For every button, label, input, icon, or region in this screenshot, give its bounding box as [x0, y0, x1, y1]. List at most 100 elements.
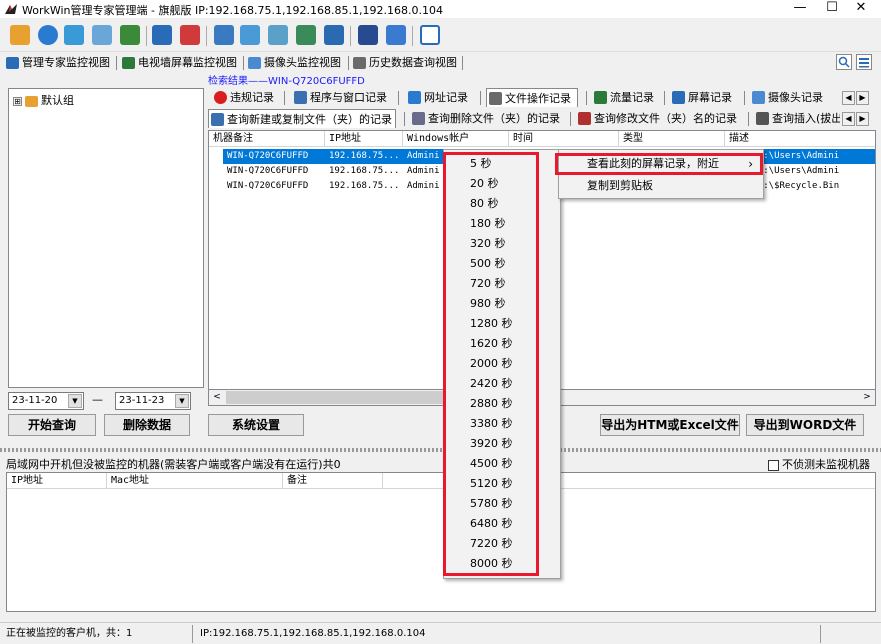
chevron-down-icon[interactable]: ▼	[175, 394, 189, 408]
menu-item-time-offset[interactable]: 2880 秒	[444, 394, 560, 414]
col-type[interactable]: 类型	[619, 131, 725, 147]
col-machine-note[interactable]: 机器备注	[209, 131, 325, 147]
close-button[interactable]: ✕	[841, 0, 881, 18]
menu-item-time-offset[interactable]: 4500 秒	[444, 454, 560, 474]
menu-item-copy-clipboard[interactable]: 复制到剪贴板	[559, 176, 763, 196]
date-from-picker[interactable]: 23-11-20 ▼	[8, 392, 84, 410]
view-tab-camera[interactable]: 摄像头监控视图	[248, 54, 341, 72]
menu-item-time-offset[interactable]: 5 秒	[444, 154, 560, 174]
delete-data-button[interactable]: 删除数据	[104, 414, 190, 436]
pane-splitter[interactable]	[0, 448, 881, 452]
message-icon[interactable]	[240, 25, 260, 45]
menu-item-time-offset[interactable]: 2000 秒	[444, 354, 560, 374]
menu-item-time-offset[interactable]: 20 秒	[444, 174, 560, 194]
menu-item-time-offset[interactable]: 6480 秒	[444, 514, 560, 534]
search-icon[interactable]	[836, 54, 852, 70]
tab-programs-windows[interactable]: 程序与窗口记录	[292, 88, 387, 107]
col-ip[interactable]: IP地址	[7, 473, 107, 489]
col-description[interactable]: 描述	[725, 131, 875, 147]
window-title: WorkWin管理专家管理端 - 旗舰版 IP:192.168.75.1,192…	[22, 4, 443, 17]
menu-item-time-offset[interactable]: 8000 秒	[444, 554, 560, 574]
tab-query-new-copy[interactable]: 查询新建或复制文件（夹）的记录	[208, 109, 396, 128]
menu-item-time-offset[interactable]: 5780 秒	[444, 494, 560, 514]
menu-item-time-offset[interactable]: 3380 秒	[444, 414, 560, 434]
remote-icon[interactable]	[214, 25, 234, 45]
tab-scroll-left-icon[interactable]: ◀	[842, 112, 855, 126]
menu-item-time-offset[interactable]: 1620 秒	[444, 334, 560, 354]
menu-item-time-offset[interactable]: 720 秒	[444, 274, 560, 294]
context-menu[interactable]: 5 秒 20 秒 80 秒 180 秒 320 秒 500 秒 720 秒 980 秒 1280…	[443, 149, 561, 579]
menu-item-time-offset[interactable]: 5120 秒	[444, 474, 560, 494]
document-icon[interactable]	[386, 25, 406, 45]
scroll-right-icon[interactable]: >	[859, 390, 875, 405]
col-note[interactable]: 备注	[283, 473, 383, 489]
help-icon[interactable]	[420, 25, 440, 45]
screen-monitor-icon[interactable]	[64, 25, 84, 45]
tab-scroll-right-icon[interactable]: ▶	[856, 91, 869, 105]
toolbar-separator	[412, 26, 413, 46]
date-to-picker[interactable]: 23-11-23 ▼	[115, 392, 191, 410]
start-query-button[interactable]: 开始查询	[8, 414, 96, 436]
apps-icon[interactable]	[152, 25, 172, 45]
url-icon	[408, 91, 421, 104]
tab-camera-records[interactable]: 摄像头记录	[750, 88, 823, 107]
unmonitored-table[interactable]: IP地址 Mac地址 备注	[6, 472, 876, 612]
checkbox-icon[interactable]	[768, 459, 779, 471]
monitor-view-icon	[6, 57, 19, 69]
toolbar-separator	[206, 26, 207, 46]
system-settings-button[interactable]: 系统设置	[208, 414, 304, 436]
display-icon[interactable]	[324, 25, 344, 45]
menu-item-time-offset[interactable]: 3920 秒	[444, 434, 560, 454]
scroll-left-icon[interactable]: <	[209, 390, 225, 405]
menu-item-time-offset[interactable]: 1280 秒	[444, 314, 560, 334]
export-word-button[interactable]: 导出到WORD文件	[746, 414, 864, 436]
report-icon[interactable]	[92, 25, 112, 45]
tab-violations[interactable]: 违规记录	[212, 88, 274, 107]
tree-item-default-group[interactable]: ⊞ 默认组	[13, 92, 74, 108]
view-tab-monitor[interactable]: 管理专家监控视图	[6, 54, 110, 72]
menu-item-view-screen-records[interactable]: 查看此刻的屏幕记录，附近 ›	[559, 154, 763, 174]
query-rename-icon	[578, 112, 591, 125]
view-tab-video-wall[interactable]: 电视墙屏幕监控视图	[122, 54, 237, 72]
tab-screen-records[interactable]: 屏幕记录	[670, 88, 732, 107]
date-dash: —	[92, 393, 103, 406]
col-time[interactable]: 时间	[509, 131, 619, 147]
transfer-icon[interactable]	[296, 25, 316, 45]
menu-item-time-offset[interactable]: 980 秒	[444, 294, 560, 314]
tab-traffic[interactable]: 流量记录	[592, 88, 654, 107]
group-tree[interactable]: ⊞ 默认组	[8, 88, 204, 388]
results-label: 检索结果——WIN-Q720C6FUFFD	[208, 76, 365, 87]
groups-icon[interactable]	[10, 25, 30, 45]
tab-scroll-left-icon[interactable]: ◀	[842, 91, 855, 105]
users-icon[interactable]	[120, 25, 140, 45]
search-icon[interactable]	[268, 25, 288, 45]
col-account[interactable]: Windows帐户	[403, 131, 509, 147]
no-detect-checkbox[interactable]: 不侦测未监视机器	[768, 456, 870, 472]
col-mac[interactable]: Mac地址	[107, 473, 283, 489]
tab-query-rename[interactable]: 查询修改文件（夹）名的记录	[576, 109, 737, 128]
menu-item-time-offset[interactable]: 320 秒	[444, 234, 560, 254]
tab-scroll-right-icon[interactable]: ▶	[856, 112, 869, 126]
scroll-thumb[interactable]	[226, 391, 446, 404]
policy-icon[interactable]	[180, 25, 200, 45]
menu-item-time-offset[interactable]: 2420 秒	[444, 374, 560, 394]
menu-item-time-offset[interactable]: 7220 秒	[444, 534, 560, 554]
tab-query-delete[interactable]: 查询删除文件（夹）的记录	[410, 109, 560, 128]
chevron-down-icon[interactable]: ▼	[68, 394, 82, 408]
menu-item-time-offset[interactable]: 500 秒	[444, 254, 560, 274]
menu-item-time-offset[interactable]: 180 秒	[444, 214, 560, 234]
expand-icon[interactable]: ⊞	[13, 96, 22, 106]
row-context-menu[interactable]: 查看此刻的屏幕记录，附近 › 复制到剪贴板	[558, 149, 764, 199]
tab-file-operations[interactable]: 文件操作记录	[486, 88, 578, 107]
list-view-icon[interactable]	[856, 54, 872, 70]
col-ip[interactable]: IP地址	[325, 131, 403, 147]
tab-query-usb[interactable]: 查询插入(拔出)	[754, 109, 840, 128]
group-folder-icon	[25, 95, 38, 107]
camera-icon	[248, 57, 261, 69]
view-tab-history[interactable]: 历史数据查询视图	[353, 54, 457, 72]
menu-item-time-offset[interactable]: 80 秒	[444, 194, 560, 214]
tab-urls[interactable]: 网址记录	[406, 88, 468, 107]
export-htm-excel-button[interactable]: 导出为HTM或Excel文件	[600, 414, 740, 436]
layout-icon[interactable]	[358, 25, 378, 45]
network-icon[interactable]	[38, 25, 58, 45]
